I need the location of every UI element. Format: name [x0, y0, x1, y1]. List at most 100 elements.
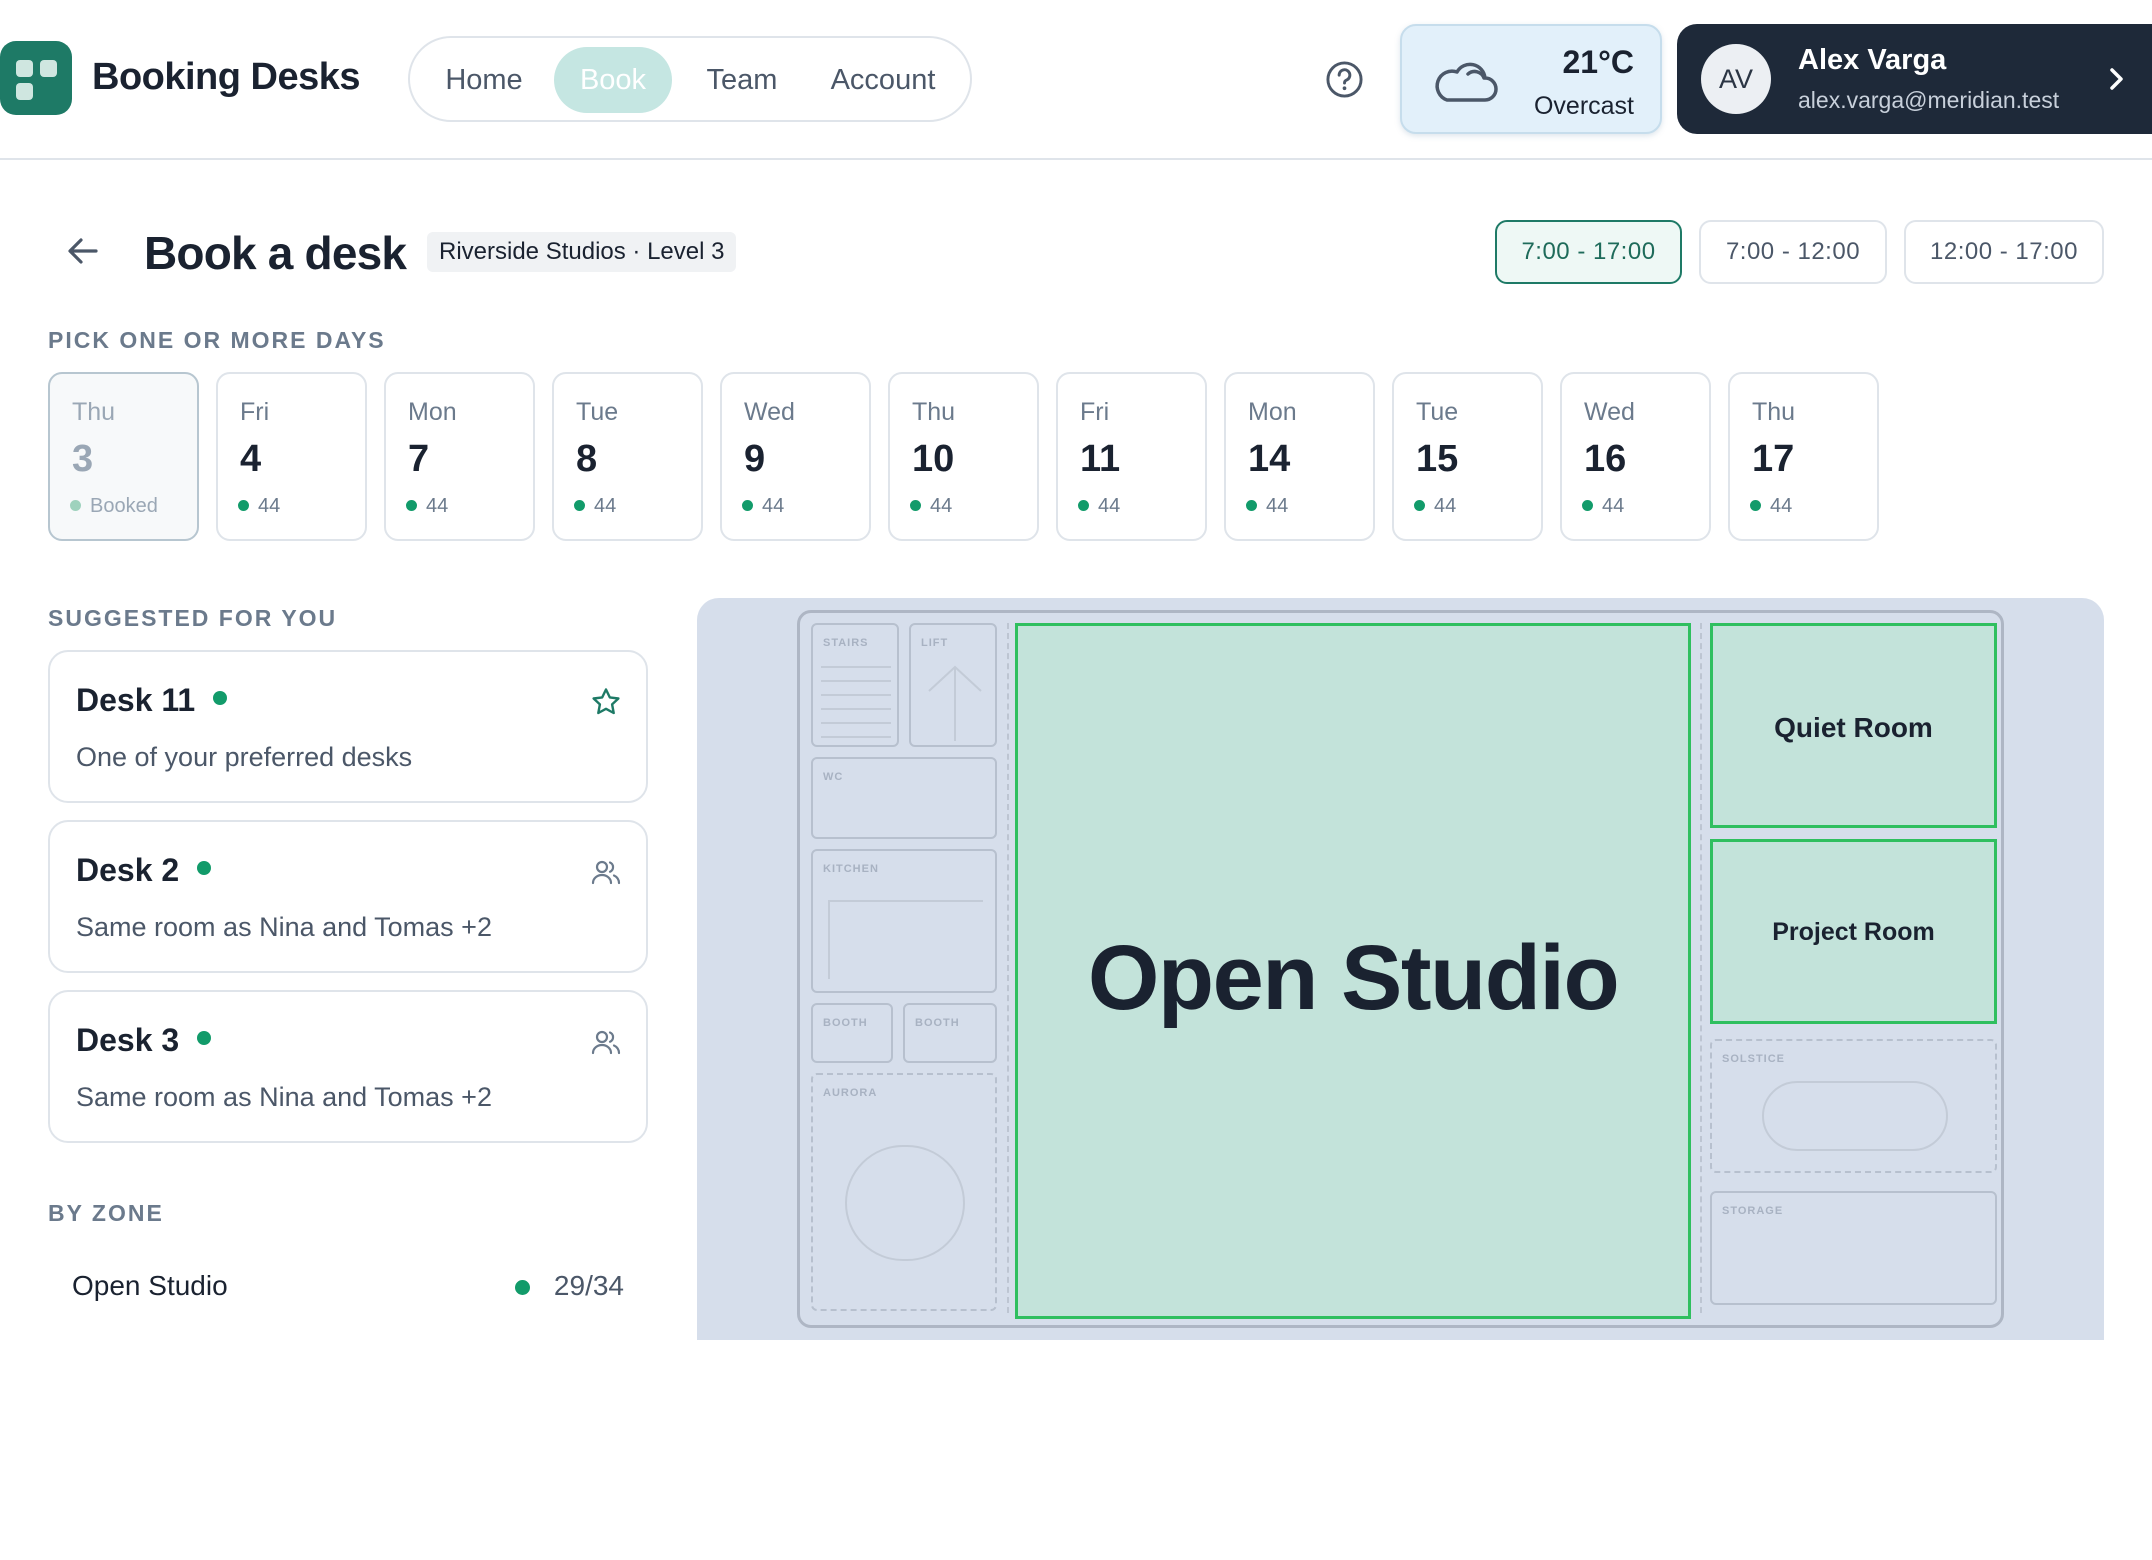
- day-card[interactable]: Mon 7 44: [384, 372, 535, 541]
- user-name: Alex Varga: [1798, 44, 1947, 76]
- day-availability-count: 44: [1602, 495, 1625, 517]
- day-availability: 44: [742, 494, 784, 518]
- desk-name-text: Desk 3: [76, 1022, 180, 1058]
- room-lift: LIFT: [909, 623, 997, 747]
- room-booth: BOOTH: [903, 1003, 997, 1063]
- zone-open-studio[interactable]: Open Studio: [1015, 623, 1691, 1319]
- availability-dot-icon: [406, 500, 417, 511]
- nav-home[interactable]: Home: [430, 47, 538, 113]
- room-label: STAIRS: [823, 637, 869, 649]
- day-card[interactable]: Thu 10 44: [888, 372, 1039, 541]
- suggested-desk-card[interactable]: Desk 3 Same room as Nina and Tomas +2: [48, 990, 648, 1143]
- stairs-icon: [821, 666, 891, 738]
- availability-dot-icon: [1246, 500, 1257, 511]
- oval-table: [1762, 1081, 1948, 1151]
- day-card[interactable]: Fri 11 44: [1056, 372, 1207, 541]
- star-icon[interactable]: [590, 686, 622, 718]
- days-section-label: PICK ONE OR MORE DAYS: [48, 327, 386, 353]
- room-wc: WC: [811, 757, 997, 839]
- time-slot-full-day[interactable]: 7:00 - 17:00: [1495, 220, 1682, 284]
- room-label: KITCHEN: [823, 863, 879, 875]
- zone-quiet-room[interactable]: Quiet Room: [1710, 623, 1997, 828]
- room-kitchen: KITCHEN: [811, 849, 997, 993]
- day-number: 14: [1248, 438, 1291, 480]
- location-badge: Riverside Studios · Level 3: [427, 232, 737, 272]
- desk-reason: One of your preferred desks: [76, 742, 413, 772]
- main-nav: Home Book Team Account: [408, 36, 972, 122]
- help-icon[interactable]: [1325, 60, 1364, 99]
- day-card[interactable]: Thu 17 44: [1728, 372, 1879, 541]
- room-aurora: AURORA: [811, 1073, 997, 1311]
- desk-name: Desk 11: [76, 682, 228, 719]
- nav-account[interactable]: Account: [808, 47, 958, 113]
- day-card[interactable]: Thu 3 Booked: [48, 372, 199, 541]
- day-availability-count: 44: [1434, 495, 1457, 517]
- suggested-desk-card[interactable]: Desk 2 Same room as Nina and Tomas +2: [48, 820, 648, 973]
- day-number: 3: [72, 438, 94, 480]
- day-card[interactable]: Mon 14 44: [1224, 372, 1375, 541]
- people-icon: [591, 860, 621, 885]
- desk-reason: Same room as Nina and Tomas +2: [76, 912, 492, 942]
- suggested-desk-card[interactable]: Desk 11 One of your preferred desks: [48, 650, 648, 803]
- day-availability: 44: [406, 494, 448, 518]
- floor-plan-outline: STAIRS LIFT WC KITCHEN BOOTH BOOTH AUROR…: [797, 610, 2004, 1328]
- zone-label: Quiet Room: [1774, 712, 1933, 743]
- room-label: WC: [823, 771, 844, 783]
- desk-name: Desk 2: [76, 852, 212, 889]
- time-slot-afternoon[interactable]: 12:00 - 17:00: [1904, 220, 2104, 284]
- corridor-divider: [1007, 623, 1009, 1313]
- suggested-section-label: SUGGESTED FOR YOU: [48, 605, 338, 631]
- day-card[interactable]: Tue 15 44: [1392, 372, 1543, 541]
- room-label: LIFT: [921, 637, 949, 649]
- weather-widget[interactable]: 21°C Overcast: [1400, 24, 1662, 134]
- day-card[interactable]: Fri 4 44: [216, 372, 367, 541]
- availability-dot-icon: [1582, 500, 1593, 511]
- day-number: 11: [1080, 438, 1121, 480]
- room-booth: BOOTH: [811, 1003, 893, 1063]
- available-dot-icon: [515, 1280, 530, 1295]
- zone-section-label: BY ZONE: [48, 1200, 164, 1226]
- people-icon: [591, 1030, 621, 1055]
- day-weekday: Wed: [1584, 398, 1635, 426]
- chevron-right-icon: [2110, 68, 2123, 90]
- day-availability: 44: [910, 494, 952, 518]
- available-dot-icon: [197, 1031, 212, 1045]
- day-availability-count: 44: [1266, 495, 1289, 517]
- day-availability: 44: [1750, 494, 1792, 518]
- room-stairs: STAIRS: [811, 623, 899, 747]
- app-logo-icon[interactable]: [0, 41, 72, 115]
- zone-row-open-studio[interactable]: Open Studio 29/34: [72, 1266, 624, 1306]
- user-menu[interactable]: AV Alex Varga alex.varga@meridian.test: [1677, 24, 2152, 134]
- day-status-text: Booked: [90, 495, 158, 517]
- day-availability: 44: [238, 494, 280, 518]
- zone-project-room[interactable]: Project Room: [1710, 839, 1997, 1024]
- back-arrow-icon[interactable]: [66, 234, 100, 268]
- day-card[interactable]: Wed 9 44: [720, 372, 871, 541]
- nav-team[interactable]: Team: [690, 47, 794, 113]
- avatar: AV: [1701, 44, 1771, 114]
- day-number: 10: [912, 438, 955, 480]
- weather-temperature: 21°C: [1562, 44, 1635, 80]
- day-availability: 44: [574, 494, 616, 518]
- day-availability-count: 44: [1098, 495, 1121, 517]
- time-slot-morning[interactable]: 7:00 - 12:00: [1699, 220, 1887, 284]
- room-solstice: SOLSTICE: [1710, 1039, 1997, 1173]
- day-number: 9: [744, 438, 766, 480]
- day-availability-count: 44: [930, 495, 953, 517]
- availability-dot-icon: [574, 500, 585, 511]
- weather-condition: Overcast: [1533, 92, 1634, 120]
- zone-availability-count: 29/34: [553, 1270, 624, 1301]
- day-weekday: Thu: [1752, 398, 1796, 426]
- day-availability-count: 44: [426, 495, 449, 517]
- floor-plan-map[interactable]: STAIRS LIFT WC KITCHEN BOOTH BOOTH AUROR…: [697, 598, 2104, 1340]
- availability-dot-icon: [1750, 500, 1761, 511]
- nav-book[interactable]: Book: [554, 47, 672, 113]
- day-card[interactable]: Wed 16 44: [1560, 372, 1711, 541]
- day-weekday: Thu: [72, 398, 116, 426]
- cloud-icon: [1435, 62, 1498, 102]
- day-number: 15: [1416, 438, 1459, 480]
- round-table: [845, 1145, 965, 1261]
- day-card[interactable]: Tue 8 44: [552, 372, 703, 541]
- day-status: Booked: [70, 494, 158, 518]
- day-availability-count: 44: [258, 495, 281, 517]
